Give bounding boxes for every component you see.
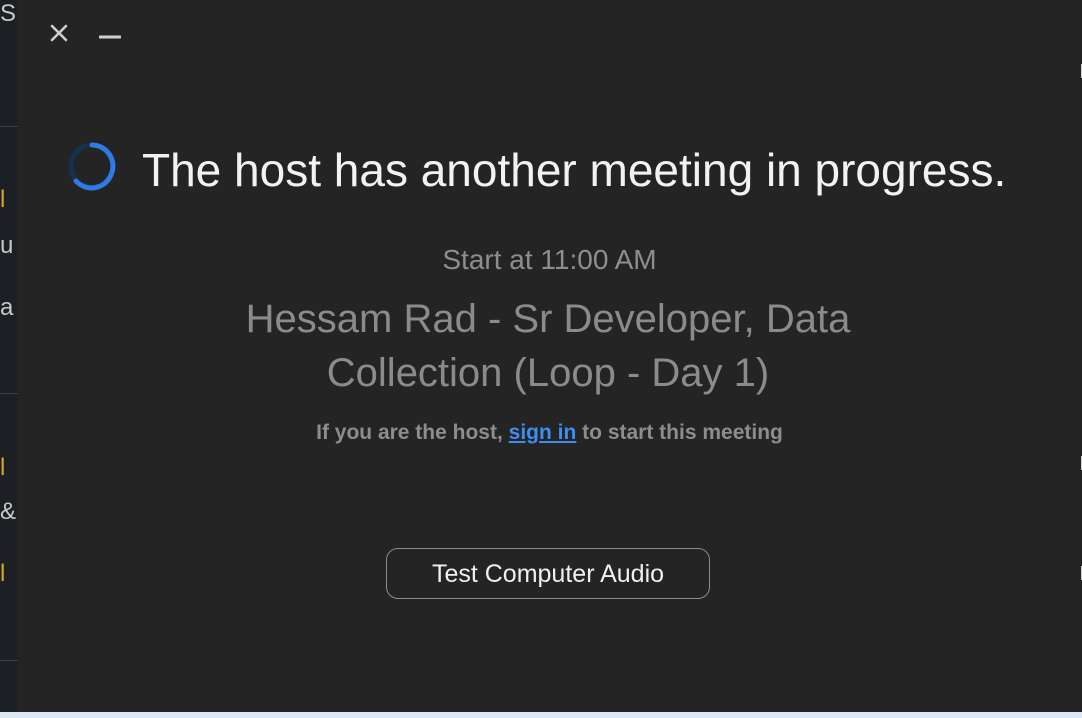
background-text: & — [0, 498, 17, 525]
close-icon — [50, 24, 68, 42]
sign-in-link[interactable]: sign in — [509, 421, 577, 444]
background-divider — [0, 126, 18, 127]
background-text: S — [0, 0, 17, 27]
background-text: l — [0, 186, 6, 213]
test-computer-audio-button[interactable]: Test Computer Audio — [386, 548, 710, 599]
background-text: a — [0, 294, 14, 321]
background-window: S l u a l & l — [0, 0, 18, 718]
waiting-room-window: The host has another meeting in progress… — [18, 0, 1081, 712]
window-bottom-edge — [0, 712, 1082, 718]
background-divider — [0, 660, 18, 661]
minimize-icon — [98, 35, 122, 39]
host-note-suffix: to start this meeting — [582, 421, 783, 444]
background-text: l — [0, 454, 6, 481]
background-divider — [0, 393, 18, 394]
close-button[interactable] — [48, 22, 70, 44]
meeting-start-time: Start at 11:00 AM — [442, 244, 657, 275]
background-text: l — [0, 560, 6, 587]
meeting-title: Hessam Rad - Sr Developer, Data Collecti… — [245, 297, 851, 395]
loading-spinner-icon — [66, 140, 118, 192]
host-sign-in-note: If you are the host, sign in to start th… — [18, 418, 1081, 448]
status-title: The host has another meeting in progress… — [142, 144, 1007, 196]
host-note-prefix: If you are the host, — [316, 421, 503, 444]
minimize-button[interactable] — [98, 25, 122, 47]
background-text: u — [0, 232, 14, 259]
